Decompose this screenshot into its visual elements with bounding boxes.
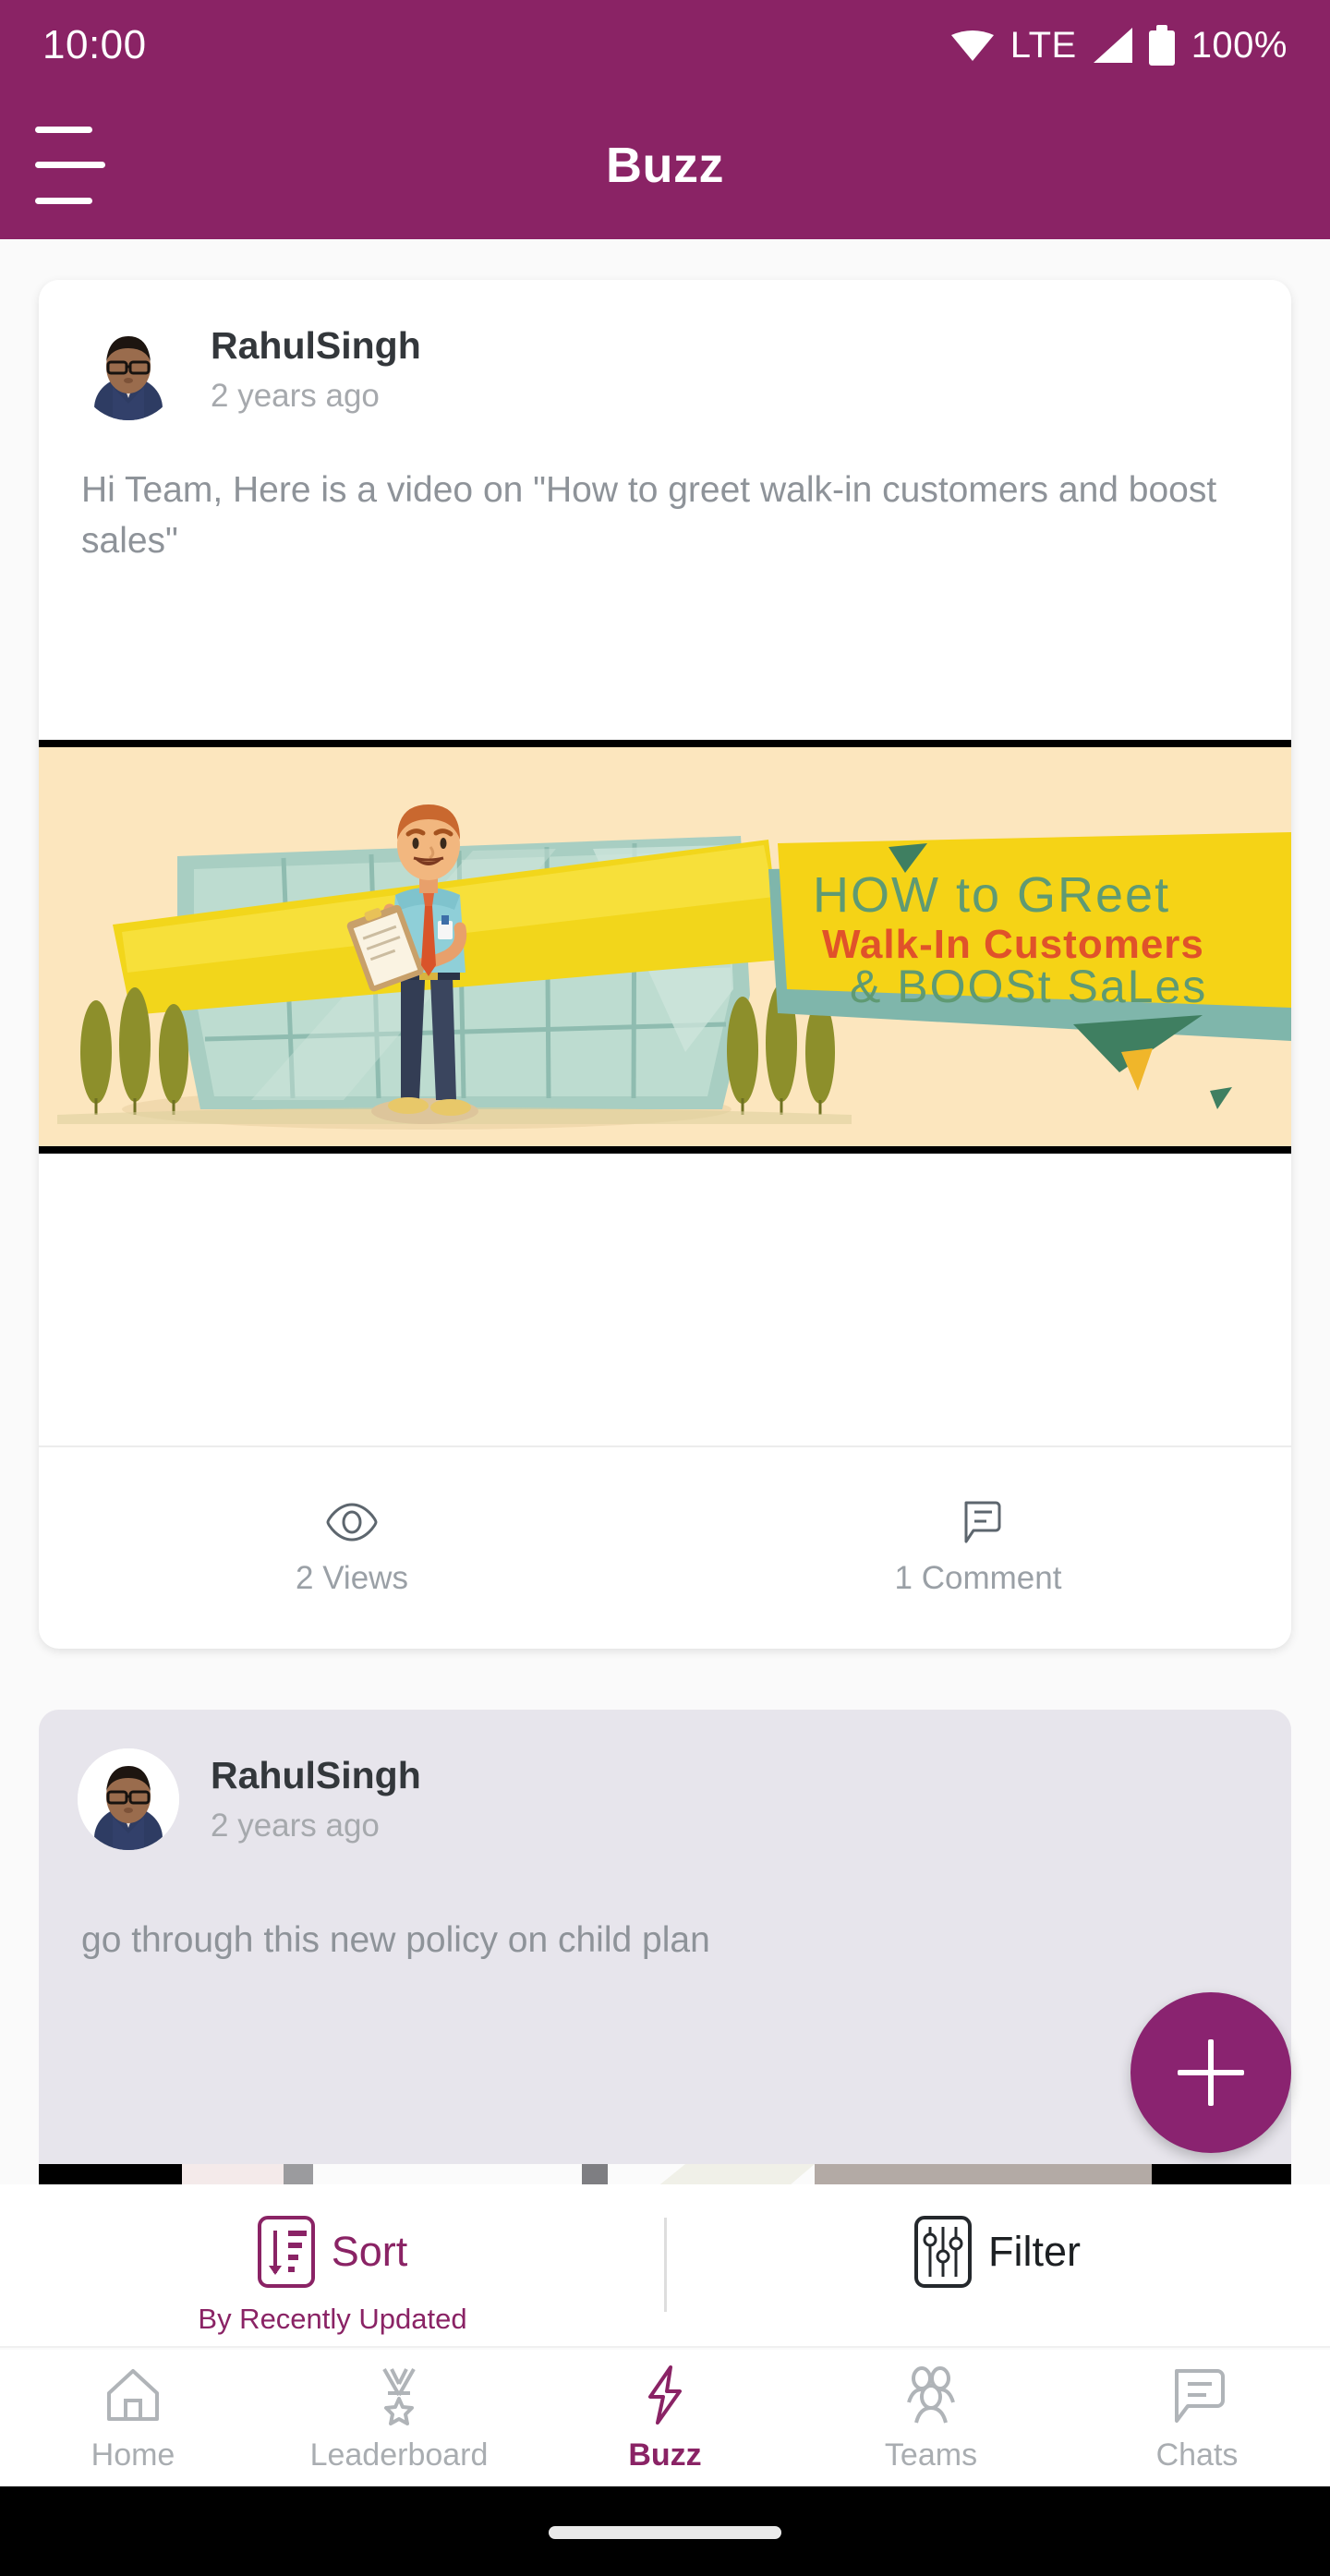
post-text: go through this new policy on child plan	[81, 1920, 710, 1960]
nav-label-home: Home	[91, 2437, 175, 2473]
nav-label-leaderboard: Leaderboard	[309, 2437, 489, 2473]
views-label: 2 Views	[296, 1560, 408, 1596]
lightning-icon	[634, 2364, 696, 2426]
people-icon	[900, 2364, 962, 2426]
post-timestamp: 2 years ago	[211, 377, 380, 414]
sort-sublabel: By Recently Updated	[198, 2303, 467, 2335]
video-frame: HOW to GReet Walk-In Customers & BOOSt S…	[39, 747, 1291, 1146]
post-header: RahulSingh 2 years ago	[39, 280, 1291, 420]
hamburger-menu-icon[interactable]	[35, 126, 105, 204]
buzz-feed[interactable]: RahulSingh 2 years ago Hi Team, Here is …	[0, 239, 1330, 2184]
chat-bubble-icon	[1166, 2364, 1228, 2426]
status-time: 10:00	[42, 22, 147, 67]
nav-label-teams: Teams	[884, 2437, 978, 2473]
post-card[interactable]: RahulSingh 2 years ago Hi Team, Here is …	[39, 280, 1291, 1649]
create-post-button[interactable]	[1130, 1992, 1291, 2153]
post-meta: RahulSingh 2 years ago	[211, 324, 421, 414]
page-title: Buzz	[606, 137, 724, 193]
medal-icon	[368, 2364, 430, 2426]
battery-icon	[1148, 25, 1175, 66]
plus-icon	[1178, 2039, 1244, 2106]
video-banner-line3: & BOOSt SaLes	[850, 961, 1207, 1012]
sort-label: Sort	[331, 2228, 408, 2275]
app-screen: 10:00 LTE 100% Buzz RahulSingh 2 years a…	[0, 0, 1330, 2576]
views-stat[interactable]: 2 Views	[39, 1447, 665, 1649]
post-image-thumbnail[interactable]	[39, 2164, 1291, 2184]
gesture-pill[interactable]	[549, 2526, 781, 2539]
post-text: Hi Team, Here is a video on "How to gree…	[81, 470, 1217, 562]
status-bar: 10:00 LTE 100%	[0, 0, 1330, 91]
nav-label-chats: Chats	[1155, 2437, 1239, 2473]
nav-item-buzz[interactable]: Buzz	[532, 2364, 798, 2473]
filter-sliders-icon	[914, 2216, 972, 2288]
nav-item-chats[interactable]: Chats	[1064, 2364, 1330, 2473]
post-timestamp: 2 years ago	[211, 1807, 380, 1844]
system-navigation-bar	[0, 2486, 1330, 2576]
sort-button[interactable]: Sort By Recently Updated	[0, 2184, 665, 2336]
avatar[interactable]	[78, 1748, 179, 1850]
video-banner-line1: HOW to GReet	[813, 867, 1170, 923]
avatar[interactable]	[78, 319, 179, 420]
post-meta: RahulSingh 2 years ago	[211, 1754, 421, 1844]
bottom-navigation: Home Leaderboard Buzz Teams Chats	[0, 2350, 1330, 2486]
post-card[interactable]: RahulSingh 2 years ago go through this n…	[39, 1710, 1291, 2184]
nav-item-leaderboard[interactable]: Leaderboard	[266, 2364, 532, 2473]
home-icon	[102, 2364, 164, 2426]
post-video-thumbnail[interactable]: HOW to GReet Walk-In Customers & BOOSt S…	[39, 740, 1291, 1154]
network-label: LTE	[1010, 24, 1077, 66]
comments-label: 1 Comment	[894, 1560, 1062, 1596]
post-header: RahulSingh 2 years ago	[39, 1710, 1291, 1850]
app-bar: Buzz	[0, 91, 1330, 239]
battery-percent: 100%	[1191, 24, 1288, 66]
comment-icon	[951, 1499, 1005, 1545]
nav-label-buzz: Buzz	[628, 2437, 702, 2473]
eye-icon	[325, 1499, 379, 1545]
signal-icon	[1093, 28, 1132, 63]
sort-filter-bar: Sort By Recently Updated Filter	[0, 2184, 1330, 2348]
post-author: RahulSingh	[211, 324, 421, 368]
nav-item-home[interactable]: Home	[0, 2364, 266, 2473]
wifi-icon	[950, 30, 994, 61]
filter-label: Filter	[988, 2228, 1081, 2275]
sort-descending-icon	[257, 2216, 315, 2288]
filter-button[interactable]: Filter	[665, 2184, 1330, 2288]
status-indicators: LTE 100%	[950, 24, 1288, 67]
post-stats-bar: 2 Views 1 Comment	[39, 1445, 1291, 1649]
comments-stat[interactable]: 1 Comment	[665, 1447, 1291, 1649]
nav-item-teams[interactable]: Teams	[798, 2364, 1064, 2473]
post-author: RahulSingh	[211, 1754, 421, 1797]
